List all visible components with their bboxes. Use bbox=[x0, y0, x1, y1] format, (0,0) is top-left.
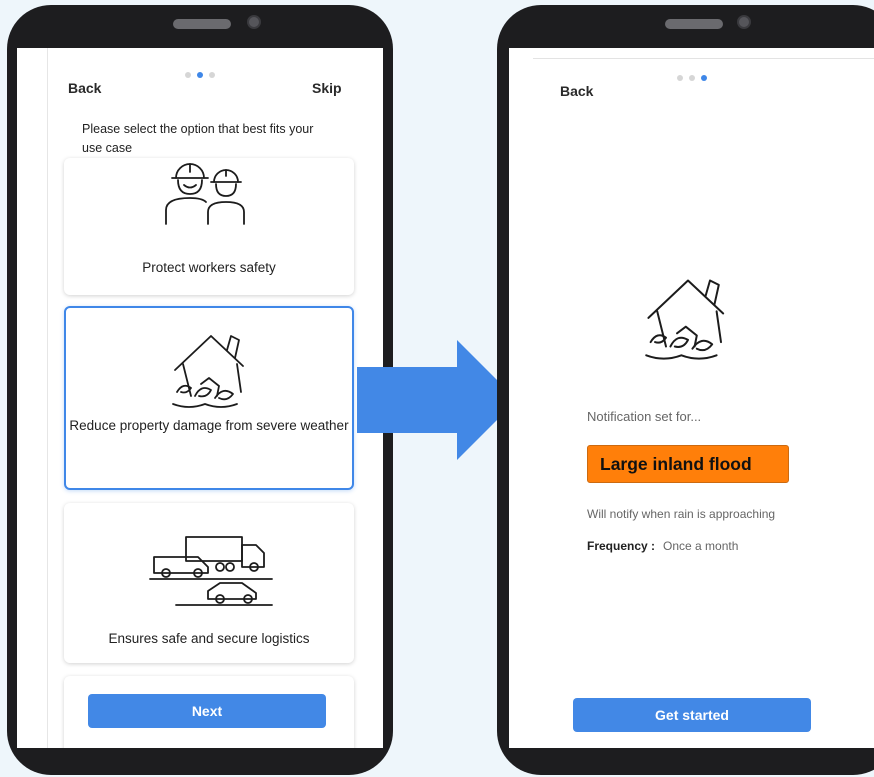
skip-button[interactable]: Skip bbox=[312, 80, 342, 96]
option-label: Ensures safe and secure logistics bbox=[108, 631, 310, 646]
frequency-value: Once a month bbox=[663, 539, 739, 553]
speaker-grille bbox=[173, 19, 231, 29]
page-indicator bbox=[185, 72, 215, 78]
logistics-vehicles-icon bbox=[149, 536, 273, 606]
notify-description: Will notify when rain is approaching bbox=[587, 507, 776, 521]
right-phone-frame: Back Notification set for... Large inlan… bbox=[497, 5, 874, 775]
frequency-row: Frequency : Once a month bbox=[587, 539, 738, 553]
page-dot-active bbox=[197, 72, 203, 78]
flooded-house-icon bbox=[645, 279, 725, 360]
option-card-workers[interactable]: Protect workers safety bbox=[64, 158, 354, 295]
option-card-property-damage[interactable]: Reduce property damage from severe weath… bbox=[64, 306, 354, 490]
confirmation-screen: Back Notification set for... Large inlan… bbox=[509, 48, 874, 748]
notification-label: Notification set for... bbox=[587, 409, 702, 424]
next-button[interactable]: Next bbox=[88, 694, 326, 728]
confirmation-content: Back Notification set for... Large inlan… bbox=[533, 58, 874, 748]
transition-arrow-icon bbox=[357, 340, 517, 460]
front-camera bbox=[247, 15, 261, 29]
onboarding-content: Back Skip Please select the option that … bbox=[47, 48, 383, 748]
page-dot bbox=[689, 75, 695, 81]
page-dot bbox=[185, 72, 191, 78]
workers-icon bbox=[165, 163, 245, 225]
speaker-grille bbox=[665, 19, 723, 29]
event-badge: Large inland flood bbox=[587, 445, 789, 483]
option-card-logistics[interactable]: Ensures safe and secure logistics bbox=[64, 503, 354, 663]
front-camera bbox=[737, 15, 751, 29]
page-dot bbox=[677, 75, 683, 81]
back-button[interactable]: Back bbox=[560, 83, 593, 99]
flooded-house-icon bbox=[172, 335, 244, 408]
onboarding-screen: Back Skip Please select the option that … bbox=[17, 48, 383, 748]
frequency-label: Frequency : bbox=[587, 539, 656, 553]
option-label: Reduce property damage from severe weath… bbox=[69, 418, 349, 433]
get-started-button[interactable]: Get started bbox=[573, 698, 811, 732]
page-indicator bbox=[677, 75, 707, 81]
left-phone-frame: Back Skip Please select the option that … bbox=[7, 5, 393, 775]
page-dot-active bbox=[701, 75, 707, 81]
option-label: Protect workers safety bbox=[142, 260, 276, 275]
page-dot bbox=[209, 72, 215, 78]
back-button[interactable]: Back bbox=[68, 80, 101, 96]
